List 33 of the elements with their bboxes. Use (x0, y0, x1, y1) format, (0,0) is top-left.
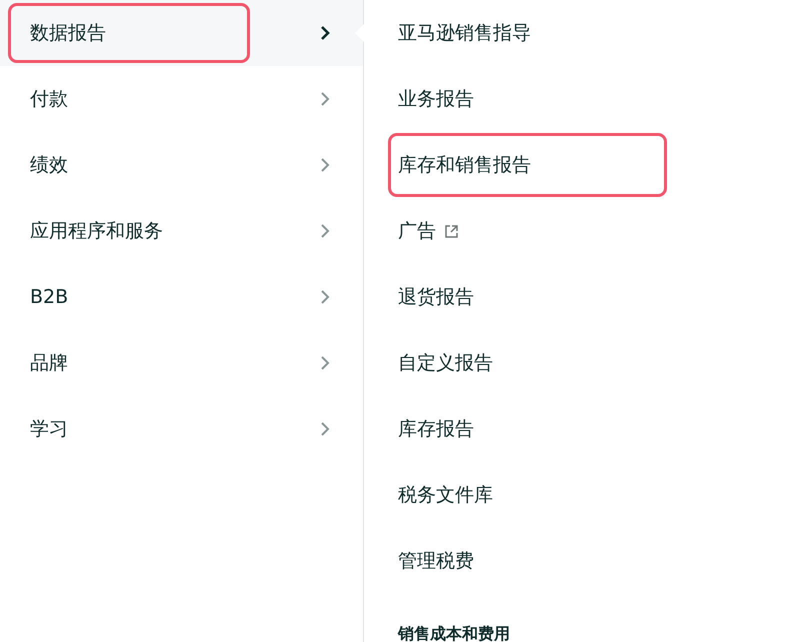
menu-item[interactable]: 应用程序和服务 (0, 198, 363, 264)
submenu-link[interactable]: 广告 (388, 199, 667, 263)
submenu-link[interactable]: 业务报告 (388, 67, 667, 131)
chevron-right-icon (319, 25, 331, 41)
menu-item-label: 付款 (29, 87, 69, 112)
submenu-link[interactable]: 库存报告 (388, 397, 667, 461)
pointer-icon (354, 24, 364, 42)
chevron-right-icon (319, 421, 331, 437)
submenu-link[interactable]: 库存和销售报告 (388, 133, 667, 197)
menu-item[interactable]: 绩效 (0, 132, 363, 198)
chevron-right-icon (319, 91, 331, 107)
menu-item-label: 数据报告 (8, 3, 250, 63)
menu-item-label: 学习 (29, 417, 69, 442)
external-link-icon (444, 224, 459, 238)
chevron-right-icon (319, 157, 331, 173)
menu-item-label: B2B (29, 285, 70, 310)
section-heading: 销售成本和费用 (398, 624, 510, 642)
submenu-link[interactable]: 亚马逊销售指导 (388, 1, 667, 65)
menu-item[interactable]: 品牌 (0, 330, 363, 396)
submenu-link[interactable]: 税务文件库 (388, 463, 667, 527)
menu-item[interactable]: 数据报告 (0, 0, 363, 66)
menu-item[interactable]: B2B (0, 264, 363, 330)
menu-item-label: 绩效 (29, 153, 69, 178)
menu-item[interactable]: 学习 (0, 396, 363, 462)
submenu-link[interactable]: 退货报告 (388, 265, 667, 329)
chevron-right-icon (319, 223, 331, 239)
submenu-link[interactable]: 自定义报告 (388, 331, 667, 395)
menu-item-label: 应用程序和服务 (29, 219, 164, 244)
submenu-link[interactable]: 管理税费 (388, 529, 667, 593)
chevron-right-icon (319, 289, 331, 305)
menu-item[interactable]: 付款 (0, 66, 363, 132)
menu-item-label: 品牌 (29, 351, 69, 376)
chevron-right-icon (319, 355, 331, 371)
